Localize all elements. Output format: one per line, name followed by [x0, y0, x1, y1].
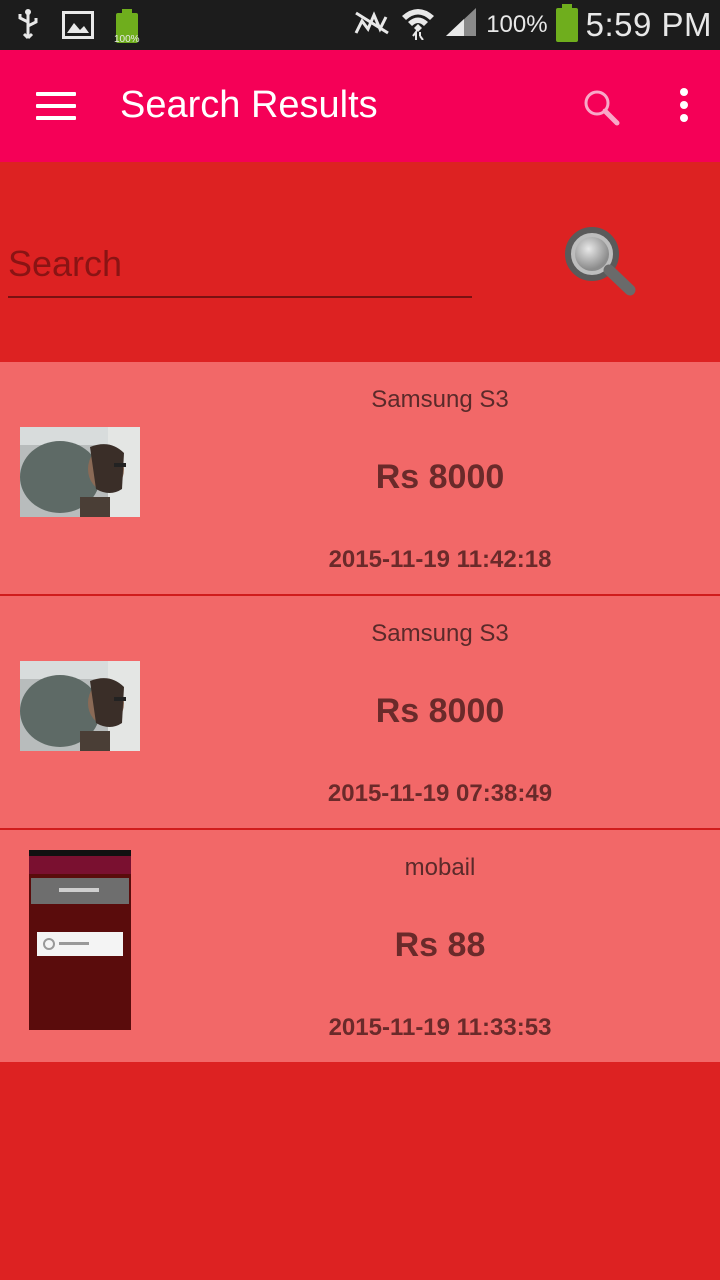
no-signal-icon [352, 7, 392, 42]
page-title: Search Results [120, 84, 378, 126]
signal-icon [444, 6, 478, 43]
app-bar: Search Results [0, 50, 720, 162]
battery-percent: 100% [486, 10, 548, 38]
search-input[interactable] [8, 232, 472, 298]
item-price: Rs 8000 [375, 692, 505, 730]
image-icon [62, 11, 94, 44]
item-price: Rs 8000 [375, 458, 505, 496]
menu-icon[interactable] [36, 92, 76, 120]
item-date: 2015-11-19 07:38:49 [327, 780, 553, 807]
magnifier-icon [565, 227, 636, 296]
item-thumbnail [20, 661, 140, 751]
item-name: Samsung S3 [371, 620, 509, 647]
item-date: 2015-11-19 11:42:18 [328, 546, 552, 573]
search-button[interactable] [556, 224, 646, 304]
item-name: Samsung S3 [371, 386, 509, 413]
search-icon[interactable] [582, 88, 622, 128]
item-price: Rs 88 [394, 926, 486, 964]
item-thumbnail [20, 427, 140, 517]
battery-icon [555, 3, 578, 42]
item-thumbnail [29, 850, 131, 1030]
list-item[interactable]: Samsung S3 Rs 8000 2015-11-19 11:42:18 [0, 362, 720, 596]
item-date: 2015-11-19 11:33:53 [328, 1014, 552, 1041]
clock: 5:59 PM [585, 5, 712, 43]
wifi-icon [400, 4, 436, 45]
list-item[interactable]: Samsung S3 Rs 8000 2015-11-19 07:38:49 [0, 596, 720, 830]
battery-icon: 100% [114, 8, 140, 45]
usb-icon [16, 8, 40, 47]
results-list: Samsung S3 Rs 8000 2015-11-19 11:42:18 S… [0, 362, 720, 1062]
list-item[interactable]: mobail Rs 88 2015-11-19 11:33:53 [0, 830, 720, 1062]
status-bar: 100% 100% 5:59 PM [0, 0, 720, 50]
item-name: mobail [404, 854, 476, 881]
search-panel [0, 162, 720, 362]
overflow-menu-icon[interactable] [676, 88, 692, 128]
battery-small-label: 100% [114, 33, 140, 45]
